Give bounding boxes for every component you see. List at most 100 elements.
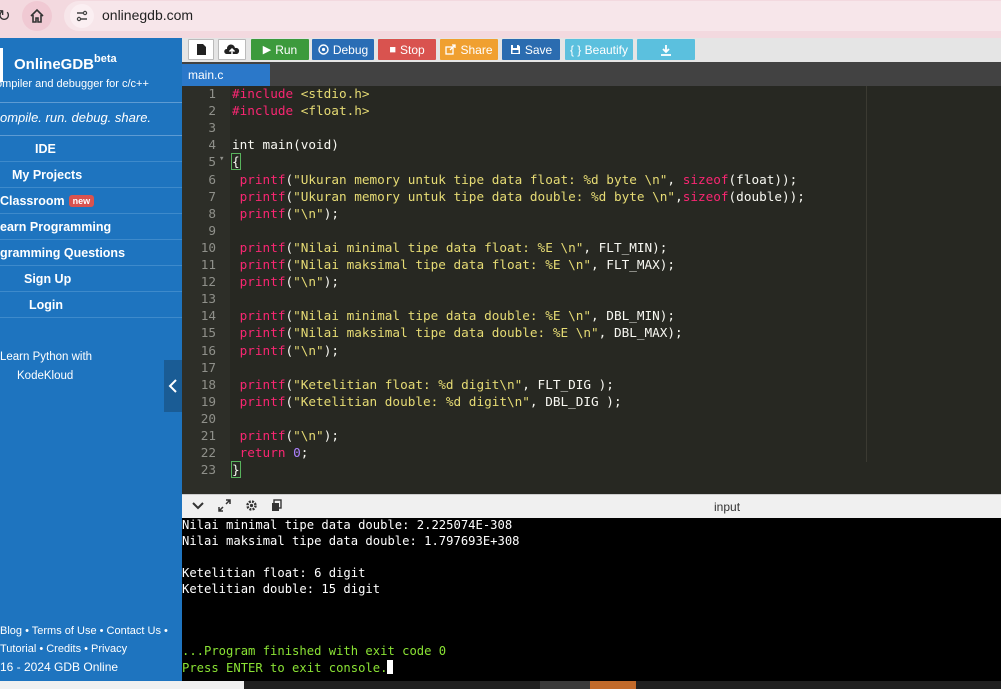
- code-text: printf("Ukuran memory untuk tipe data do…: [239, 188, 805, 204]
- url-text[interactable]: onlinegdb.com: [102, 7, 193, 23]
- code-text: #include <float.h>: [232, 103, 370, 119]
- collapse-sidebar-button[interactable]: [164, 360, 182, 412]
- share-button[interactable]: Share: [440, 39, 498, 60]
- code-text: return 0;: [239, 445, 309, 461]
- upload-button[interactable]: [218, 39, 246, 60]
- stop-icon: ■: [389, 43, 396, 56]
- code-text: printf("Nilai minimal tipe data double: …: [239, 308, 676, 324]
- promo-line-1: Learn Python with: [0, 351, 93, 363]
- new-badge: new: [68, 194, 95, 207]
- code-text: }: [231, 461, 241, 479]
- code-text: int main(void): [232, 137, 339, 153]
- chevron-down-icon[interactable]: [192, 499, 204, 514]
- brand[interactable]: OnlineGDB beta ompiler and debugger for …: [0, 46, 182, 96]
- sidebar-item-label: Login: [29, 297, 64, 312]
- line-number: 9: [208, 222, 216, 238]
- code-editor[interactable]: 1 #include <stdio.h> 2 #include <float.h> …: [182, 86, 1001, 494]
- line-number: 14: [200, 308, 216, 324]
- input-label: input: [714, 500, 741, 514]
- beautify-label: { } Beautify: [569, 42, 629, 57]
- line-number: 3: [208, 120, 216, 136]
- home-icon[interactable]: [22, 1, 52, 31]
- sidebar-item-label: Classroom: [0, 193, 65, 208]
- site-settings-icon[interactable]: [70, 4, 94, 28]
- line-number: 17: [200, 359, 216, 375]
- console-line: Nilai minimal tipe data double: 2.225074…: [182, 518, 513, 532]
- sidebar-item-label: IDE: [35, 141, 56, 156]
- line-number: 8: [208, 205, 216, 221]
- sidebar-item-classroom[interactable]: Classroom new: [0, 188, 182, 214]
- tab-main-c[interactable]: main.c: [182, 64, 270, 86]
- code-line: 15 printf("Nilai maksimal tipe data doub…: [182, 325, 1001, 342]
- debug-icon: [318, 44, 329, 55]
- sidebar-item-learn-programming[interactable]: earn Programming: [0, 214, 182, 240]
- play-icon: ▶: [262, 44, 272, 56]
- code-line: 23}: [182, 461, 1001, 479]
- promo-link[interactable]: Learn Python with KodeKloud: [0, 348, 182, 386]
- line-number: 16: [200, 342, 216, 358]
- code-line: 5 ▾ {: [182, 153, 1001, 171]
- console-header: input: [182, 494, 1001, 518]
- brand-subtitle: ompiler and debugger for c/c++: [0, 78, 149, 90]
- reload-icon[interactable]: ↻: [0, 2, 20, 30]
- gear-icon[interactable]: [245, 499, 258, 515]
- code-text: #include <stdio.h>: [232, 86, 370, 101]
- line-number: 23: [200, 462, 216, 478]
- address-bar[interactable]: [64, 1, 1001, 31]
- run-button[interactable]: ▶ Run: [251, 39, 309, 60]
- code-line: 22 return 0;: [182, 445, 1001, 462]
- sidebar-item-ide[interactable]: IDE: [0, 136, 182, 162]
- code-line: 11 printf("Nilai maksimal tipe data floa…: [182, 257, 1001, 274]
- copy-icon[interactable]: [271, 499, 284, 515]
- sidebar-item-label: Sign Up: [24, 271, 72, 286]
- sidebar-item-programming-questions[interactable]: gramming Questions: [0, 240, 182, 266]
- footer-links-2[interactable]: Tutorial • Credits • Privacy: [0, 640, 182, 658]
- sidebar-item-sign-up[interactable]: Sign Up: [0, 266, 182, 292]
- file-icon: [196, 44, 206, 55]
- sidebar-item-label: earn Programming: [0, 219, 112, 234]
- code-line: 1 #include <stdio.h>: [182, 86, 1001, 103]
- sidebar-item-label: gramming Questions: [0, 245, 126, 260]
- sidebar-item-my-projects[interactable]: My Projects: [0, 162, 182, 188]
- code-text: printf("\n");: [239, 428, 339, 443]
- press-enter-text: Press ENTER to exit console.: [182, 661, 388, 675]
- save-button[interactable]: Save: [502, 39, 560, 60]
- line-number: 12: [200, 274, 216, 290]
- console-output[interactable]: Nilai minimal tipe data double: 2.225074…: [182, 518, 1001, 681]
- code-text: {: [231, 153, 241, 171]
- chevron-left-icon: [168, 379, 177, 393]
- debug-button[interactable]: Debug: [312, 39, 374, 60]
- sidebar-item-label: My Projects: [12, 167, 83, 182]
- sidebar-nav: IDE My Projects Classroom new earn Progra…: [0, 136, 182, 318]
- fold-icon[interactable]: ▾: [219, 154, 224, 164]
- code-line: 6 printf("Ukuran memory untuk tipe data …: [182, 172, 1001, 189]
- sidebar-item-login[interactable]: Login: [0, 292, 182, 318]
- code-text: printf("Ukuran memory untuk tipe data fl…: [239, 171, 798, 187]
- code-line: 12 printf("\n");: [182, 274, 1001, 291]
- press-enter-prompt: Press ENTER to exit console.: [182, 660, 394, 676]
- stop-button[interactable]: ■ Stop: [378, 39, 436, 60]
- code-text: printf("Nilai minimal tipe data float: %…: [239, 239, 668, 255]
- code-line: 14 printf("Nilai minimal tipe data doubl…: [182, 308, 1001, 325]
- code-line: 20: [182, 411, 1001, 428]
- line-number: 18: [200, 376, 216, 392]
- file-tab-bar: main.c: [182, 62, 1001, 86]
- expand-icon[interactable]: [218, 499, 231, 515]
- code-line: 13: [182, 291, 1001, 308]
- beautify-button[interactable]: { } Beautify: [565, 39, 633, 60]
- line-number: 15: [200, 325, 216, 341]
- beta-label: beta: [94, 53, 117, 65]
- code-line: 3: [182, 120, 1001, 137]
- line-number: 1: [208, 86, 216, 101]
- exit-status: ...Program finished with exit code 0: [182, 644, 447, 658]
- download-button[interactable]: [637, 39, 695, 60]
- logo-icon: [0, 48, 3, 82]
- new-file-button[interactable]: [188, 39, 214, 60]
- promo-line-2: KodeKloud: [17, 370, 74, 382]
- code-line: 2 #include <float.h>: [182, 103, 1001, 120]
- footer-links-1[interactable]: Blog • Terms of Use • Contact Us •: [0, 622, 182, 640]
- run-label: Run: [275, 42, 298, 57]
- save-label: Save: [524, 42, 553, 57]
- code-text: printf("Ketelitian float: %d digit\n", F…: [239, 376, 614, 392]
- console-line: Nilai maksimal tipe data double: 1.79769…: [182, 534, 520, 548]
